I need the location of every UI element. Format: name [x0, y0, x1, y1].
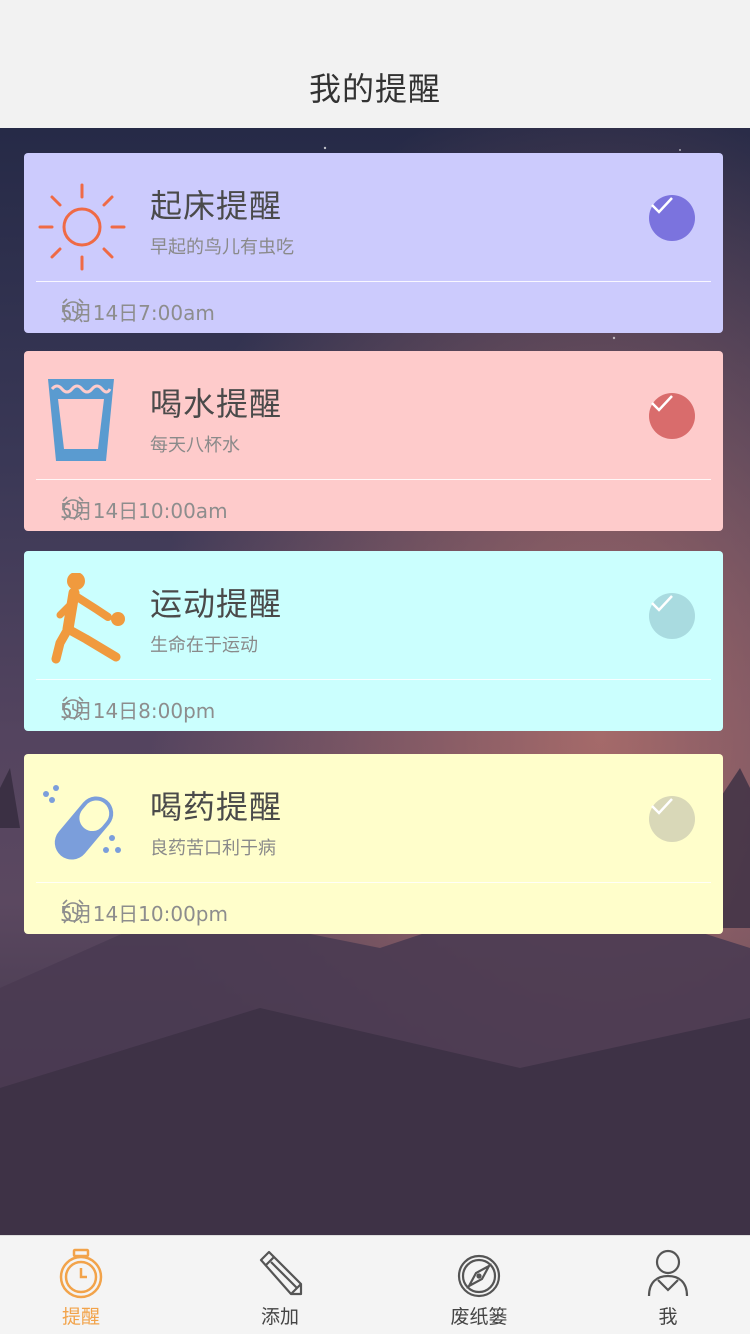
reminder-title: 喝药提醒 [150, 788, 283, 826]
check-button[interactable] [649, 593, 695, 639]
reminder-card-wake-up[interactable]: 起床提醒 早起的鸟儿有虫吃 5月14日7:00am [24, 153, 723, 333]
tab-reminders[interactable]: 提醒 [11, 1236, 151, 1334]
sports-icon [38, 573, 134, 673]
alarm-clock-icon [62, 298, 84, 323]
page-title: 我的提醒 [308, 70, 441, 108]
checkmark-icon [651, 798, 673, 815]
alarm-clock-icon [62, 696, 84, 721]
alarm-clock-icon [59, 1248, 103, 1299]
time-row: 5月14日8:00pm [60, 695, 215, 724]
reminder-card-medicine[interactable]: 喝药提醒 良药苦口利于病 5月14日10:00pm [24, 754, 723, 934]
tab-bar: 提醒 添加 废纸篓 我 [0, 1235, 750, 1334]
divider [36, 882, 711, 883]
time-row: 5月14日7:00am [60, 297, 215, 326]
water-glass-icon [38, 373, 134, 473]
reminder-card-exercise[interactable]: 运动提醒 生命在于运动 5月14日8:00pm [24, 551, 723, 731]
reminder-title: 运动提醒 [150, 585, 283, 623]
compass-icon [457, 1254, 501, 1298]
check-button[interactable] [649, 796, 695, 842]
reminder-subtitle: 早起的鸟儿有虫吃 [150, 237, 294, 258]
tab-trash[interactable]: 废纸篓 [409, 1236, 549, 1334]
alarm-clock-icon [62, 899, 84, 924]
tab-add[interactable]: 添加 [210, 1236, 350, 1334]
tab-label: 我 [658, 1306, 678, 1328]
tab-label: 废纸篓 [450, 1306, 508, 1328]
checkmark-icon [651, 197, 673, 214]
reminder-subtitle: 每天八杯水 [150, 435, 240, 456]
checkmark-icon [651, 595, 673, 612]
divider [36, 679, 711, 680]
reminder-subtitle: 生命在于运动 [150, 635, 258, 656]
tab-me[interactable]: 我 [598, 1236, 738, 1334]
reminder-card-drink-water[interactable]: 喝水提醒 每天八杯水 5月14日10:00am [24, 351, 723, 531]
reminder-title: 起床提醒 [150, 187, 283, 225]
nav-bar: 我的提醒 [0, 0, 750, 128]
tab-label: 提醒 [61, 1306, 100, 1328]
checkmark-icon [651, 395, 673, 412]
time-row: 5月14日10:00pm [60, 898, 228, 927]
tab-label: 添加 [260, 1306, 299, 1328]
user-icon [647, 1249, 689, 1297]
divider [36, 281, 711, 282]
check-button[interactable] [649, 393, 695, 439]
divider [36, 479, 711, 480]
sun-icon [38, 175, 134, 275]
alarm-clock-icon [62, 496, 84, 521]
pill-icon [38, 776, 134, 876]
reminder-subtitle: 良药苦口利于病 [150, 838, 276, 859]
reminder-title: 喝水提醒 [150, 385, 283, 423]
check-button[interactable] [649, 195, 695, 241]
background-image: 起床提醒 早起的鸟儿有虫吃 5月14日7:00am 喝水提醒 每天八杯水 5月1… [0, 128, 750, 1235]
pencil-icon [259, 1250, 303, 1296]
time-row: 5月14日10:00am [60, 495, 228, 524]
